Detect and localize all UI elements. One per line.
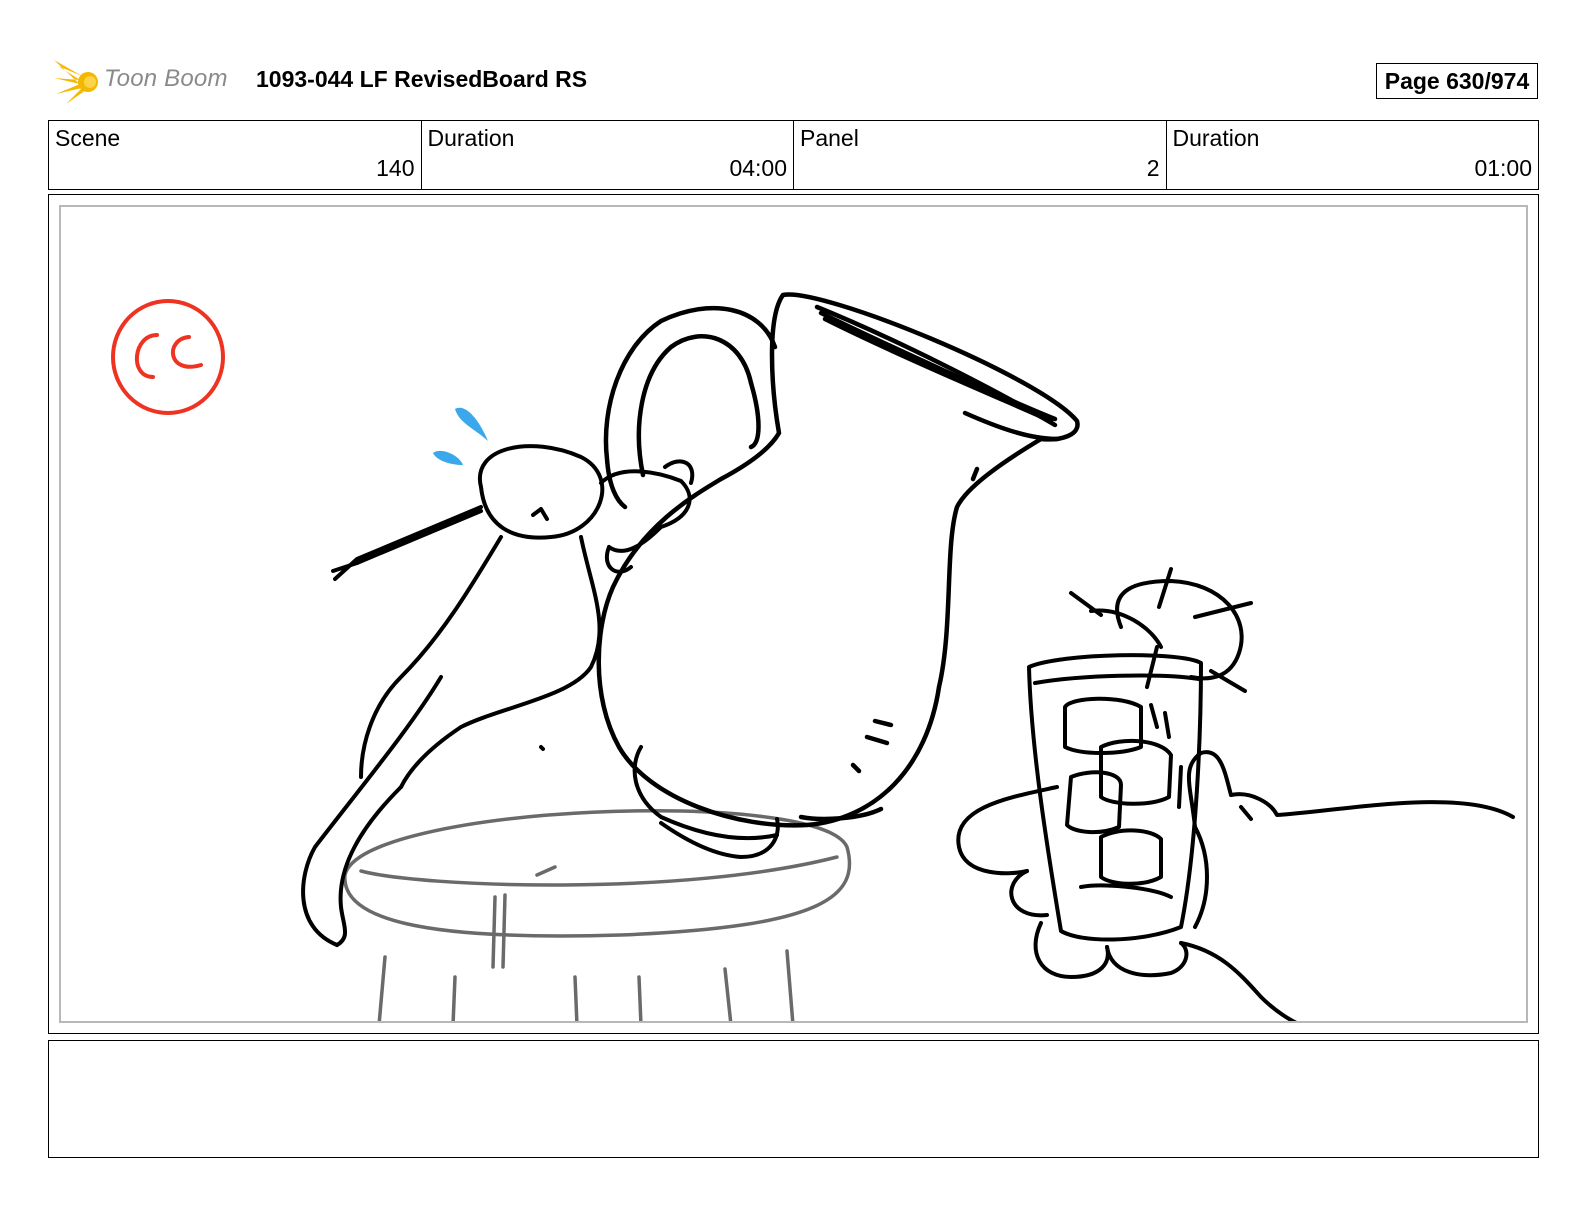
panel-info-table: Scene 140 Duration 04:00 Panel 2 Duratio… <box>48 120 1539 190</box>
cc-approval-mark <box>111 299 225 415</box>
panel-duration-value: 01:00 <box>1474 155 1532 181</box>
page-number: Page 630/974 <box>1376 63 1538 99</box>
storyboard-panel-frame <box>48 194 1539 1034</box>
storyboard-drawing <box>59 205 1528 1023</box>
caption-box <box>48 1040 1539 1158</box>
panel-value: 2 <box>1146 155 1160 181</box>
scene-cell: Scene 140 <box>49 121 422 189</box>
scene-duration-cell: Duration 04:00 <box>422 121 794 189</box>
panel-label: Panel <box>800 125 859 151</box>
scene-label: Scene <box>55 125 121 151</box>
scene-duration-value: 04:00 <box>729 155 787 181</box>
character <box>301 444 780 947</box>
document-title: 1093-044 LF RevisedBoard RS <box>256 66 588 92</box>
panel-cell: Panel 2 <box>794 121 1167 189</box>
pitcher <box>596 292 1080 828</box>
scene-duration-label: Duration <box>427 125 515 151</box>
logo-text: Toon Boom <box>104 65 228 92</box>
toon-boom-logo: Toon Boom <box>52 56 242 104</box>
scene-value: 140 <box>376 155 415 181</box>
panel-duration-cell: Duration 01:00 <box>1167 121 1539 189</box>
starburst-icon <box>54 60 98 104</box>
panel-duration-label: Duration <box>1172 125 1260 151</box>
glass-and-hand <box>956 567 1515 1021</box>
sweat-drops <box>433 407 488 465</box>
